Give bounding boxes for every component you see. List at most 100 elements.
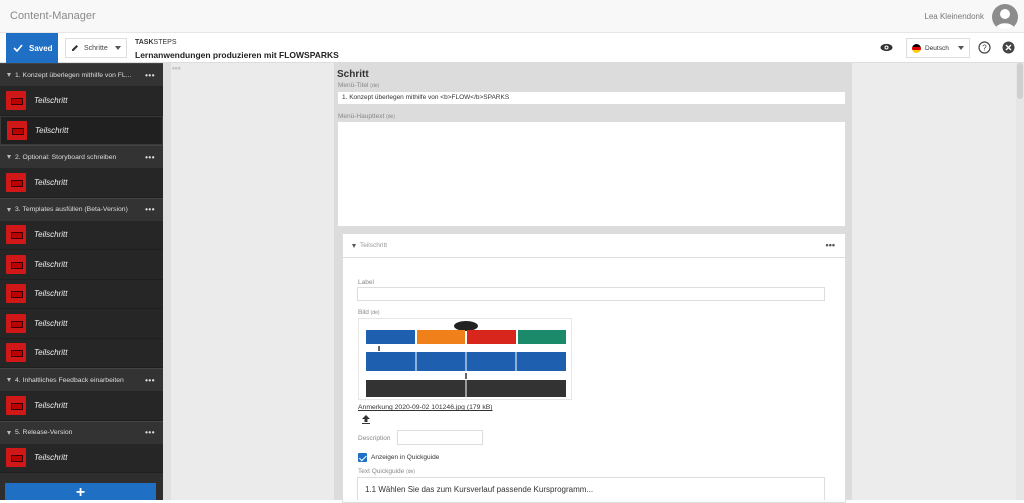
- substep-label: Teilschritt: [34, 259, 68, 269]
- label-field-label: Label: [358, 279, 374, 286]
- quickguide-text-input[interactable]: 1.1 Wählen Sie das zum Kursverlauf passe…: [357, 477, 825, 500]
- quickguide-checkbox-label: Anzeigen in Quickguide: [371, 454, 440, 461]
- app-title: Content-Manager: [10, 10, 96, 22]
- substep-label: Teilschritt: [35, 125, 69, 135]
- step-section-2[interactable]: 2. Optional: Storyboard schreiben •••: [0, 145, 163, 168]
- substep-item[interactable]: Teilschritt: [0, 86, 163, 116]
- page-title: Lernanwendungen produzieren mit FLOWSPAR…: [135, 50, 339, 60]
- menu-subtitle-label: Menü-Haupttext (de): [338, 113, 395, 120]
- substep-item-active[interactable]: Teilschritt: [0, 115, 163, 145]
- breadcrumb: TASKSTEPS: [135, 39, 177, 46]
- substep-item[interactable]: Teilschritt: [0, 168, 163, 198]
- substep-item[interactable]: Teilschritt: [0, 250, 163, 280]
- caret-down-icon: [7, 73, 11, 77]
- substep-item[interactable]: Teilschritt: [0, 309, 163, 339]
- menu-title-label: Menü-Titel (de): [338, 82, 380, 89]
- person-icon: [995, 9, 1015, 30]
- caret-down-icon: [7, 207, 11, 212]
- substep-label: Teilschritt: [34, 95, 68, 105]
- caret-down-icon: [352, 243, 356, 248]
- substep-icon: [6, 172, 26, 192]
- eye-icon[interactable]: [880, 41, 893, 56]
- substep-icon: [7, 120, 27, 140]
- step-section-3[interactable]: 3. Templates ausfüllen (Beta-Version) ••…: [0, 197, 163, 221]
- substep-label: Teilschritt: [34, 453, 68, 463]
- more-icon[interactable]: •••: [826, 240, 835, 250]
- menu-title-input[interactable]: 1. Konzept überlegen mithilfe von <b>FLO…: [337, 91, 846, 105]
- substep-item[interactable]: Teilschritt: [0, 220, 163, 250]
- substep-label: Teilschritt: [34, 400, 68, 410]
- pencil-icon: [72, 45, 78, 51]
- more-icon[interactable]: •••: [145, 71, 155, 80]
- substep-icon: [6, 448, 26, 468]
- help-icon[interactable]: ?: [978, 41, 991, 56]
- step-section-1[interactable]: 1. Konzept überlegen mithilfe von FL... …: [0, 63, 163, 86]
- title-bar: Content-Manager Lea Kleinendonk: [0, 0, 1024, 33]
- substep-label: Teilschritt: [34, 177, 68, 187]
- check-icon: [13, 44, 23, 52]
- chevron-down-icon: [115, 46, 121, 50]
- description-input[interactable]: [397, 430, 483, 445]
- substep-label: Teilschritt: [34, 348, 68, 358]
- substep-card-title: Teilschritt: [360, 242, 388, 249]
- step-section-4[interactable]: 4. Inhaltliches Feedback einarbeiten •••: [0, 368, 163, 391]
- user-avatar[interactable]: [992, 4, 1018, 30]
- substep-icon: [6, 395, 26, 415]
- steps-label: Schritte: [84, 44, 108, 52]
- chevron-down-icon: [958, 46, 964, 50]
- substep-item[interactable]: Teilschritt: [0, 279, 163, 309]
- substep-label: Teilschritt: [34, 318, 68, 328]
- step-section-label: 2. Optional: Storyboard schreiben: [15, 153, 117, 161]
- user-name[interactable]: Lea Kleinendonk: [924, 12, 984, 21]
- language-dropdown[interactable]: Deutsch: [906, 38, 970, 58]
- steps-dropdown[interactable]: Schritte: [65, 38, 127, 58]
- step-section-label: 5. Release-Version: [15, 429, 73, 436]
- step-section-5[interactable]: 5. Release-Version •••: [0, 420, 163, 444]
- caret-down-icon: [7, 155, 11, 159]
- step-section-label: 4. Inhaltliches Feedback einarbeiten: [15, 376, 124, 384]
- substep-item[interactable]: Teilschritt: [0, 391, 163, 421]
- substep-icon: [6, 254, 26, 274]
- flag-de-icon: [912, 43, 921, 53]
- substep-icon: [6, 284, 26, 304]
- section-heading: Schritt: [337, 69, 369, 80]
- more-icon[interactable]: •••: [145, 428, 155, 437]
- substep-item[interactable]: Teilschritt: [0, 443, 163, 473]
- scroll-thumb[interactable]: [1017, 63, 1023, 99]
- image-thumbnail[interactable]: [358, 318, 572, 400]
- substep-icon: [6, 313, 26, 333]
- add-step-button[interactable]: +: [5, 483, 156, 500]
- step-section-label: 3. Templates ausfüllen (Beta-Version): [15, 206, 128, 213]
- toolbar: Saved Schritte TASKSTEPS Lernanwendungen…: [0, 33, 1024, 63]
- description-label: Description: [358, 435, 391, 442]
- substep-item[interactable]: Teilschritt: [0, 338, 163, 368]
- substep-icon: [6, 90, 26, 110]
- substep-icon: [6, 225, 26, 245]
- image-file-link[interactable]: Anmerkung 2020-09-02 101246.jpg (179 kB): [358, 404, 493, 411]
- close-icon[interactable]: [1002, 41, 1015, 56]
- right-gutter: [852, 63, 1016, 500]
- menu-subtitle-textarea[interactable]: [337, 121, 846, 227]
- scrollbar[interactable]: [1016, 63, 1024, 500]
- caret-down-icon: [7, 430, 11, 435]
- substep-card-header[interactable]: Teilschritt: [343, 234, 845, 258]
- caret-down-icon: [7, 378, 11, 382]
- panel-splitter[interactable]: [163, 63, 171, 500]
- svg-text:?: ?: [982, 43, 987, 52]
- quickguide-checkbox[interactable]: [358, 453, 367, 462]
- step-section-label: 1. Konzept überlegen mithilfe von FL...: [15, 71, 132, 79]
- more-icon[interactable]: •••: [145, 376, 155, 385]
- substep-label: Teilschritt: [34, 230, 68, 240]
- substep-icon: [6, 343, 26, 363]
- more-icon[interactable]: •••: [145, 205, 155, 214]
- more-icon[interactable]: •••: [145, 153, 155, 162]
- substep-label: Teilschritt: [34, 289, 68, 299]
- diagram-image: [366, 321, 566, 397]
- collapse-sidebar-button[interactable]: <<<: [172, 66, 181, 72]
- saved-label: Saved: [29, 43, 53, 53]
- quickguide-text-label: Text Quickguide (de): [358, 468, 415, 475]
- label-input[interactable]: [357, 287, 825, 301]
- upload-icon[interactable]: [361, 414, 371, 426]
- saved-button[interactable]: Saved: [6, 33, 58, 63]
- steps-sidebar: 1. Konzept überlegen mithilfe von FL... …: [0, 63, 163, 500]
